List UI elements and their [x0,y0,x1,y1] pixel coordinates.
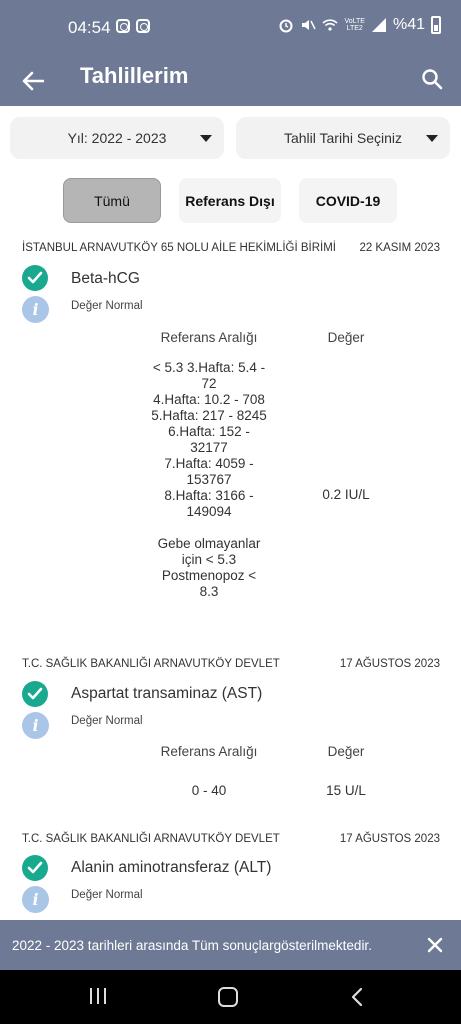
close-icon [427,937,443,953]
signal-icon [371,18,386,32]
nav-back-button[interactable] [350,987,364,1012]
reference-range-value: 0 - 40 [191,783,227,798]
system-icons: VoLTE LTE2 %41 [278,16,441,34]
battery-icon [431,16,441,34]
tab-out-of-reference[interactable]: Referans Dışı [179,178,281,223]
reference-range-value: < 5.3 3.Hafta: 5.4 - 72 4.Hafta: 10.2 - … [151,360,267,599]
tab-all[interactable]: Tümü [63,178,161,223]
result-header: İSTANBUL ARNAVUTKÖY 65 NOLU AİLE HEKİMLİ… [22,242,440,254]
status-bar: 04:54 VoLTE LTE2 %41 [0,0,461,56]
result-status: Değer Normal [71,889,143,901]
result-date: 17 AĞUSTOS 2023 [339,658,440,670]
tab-covid19[interactable]: COVID-19 [299,178,397,223]
volte-indicator: VoLTE LTE2 [344,18,365,32]
snackbar-message: 2022 - 2023 tarihleri arasında Tüm sonuç… [12,937,372,953]
result-date: 22 KASIM 2023 [359,242,440,254]
lte-label: LTE2 [346,25,363,32]
reference-range-header: Referans Aralığı [160,744,258,759]
check-icon [22,855,48,881]
value-header: Değer [327,330,365,345]
result-header: T.C. SAĞLIK BAKANLIĞI ARNAVUTKÖY DEVLET … [22,658,440,670]
mute-icon [302,20,317,30]
reference-range-header: Referans Aralığı [160,330,258,345]
test-name: Alanin aminotransferaz (ALT) [71,859,272,876]
year-dropdown[interactable]: Yıl: 2022 - 2023 [10,117,224,159]
instagram-icon [136,19,150,33]
result-value: 0.2 IU/L [322,487,370,502]
check-icon [22,681,48,707]
recent-apps-button[interactable] [90,988,106,1004]
filter-tabs: Tümü Referans Dışı COVID-19 [63,178,397,223]
test-name: Beta-hCG [71,270,140,287]
chevron-left-icon [351,987,363,1007]
value-header: Değer [327,744,365,759]
result-status: Değer Normal [71,300,143,312]
result-date: 17 AĞUSTOS 2023 [339,833,440,845]
caret-down-icon [426,135,438,142]
volte-label: VoLTE [344,18,365,25]
facility-name: T.C. SAĞLIK BAKANLIĞI ARNAVUTKÖY DEVLET [22,833,280,845]
date-dropdown-label: Tahlil Tarihi Seçiniz [283,130,402,146]
status-time: 04:54 [68,18,111,37]
instagram-icon [116,19,130,33]
info-icon[interactable]: i [22,712,49,739]
search-icon [422,69,443,90]
home-button[interactable] [218,987,238,1007]
result-header: T.C. SAĞLIK BAKANLIĞI ARNAVUTKÖY DEVLET … [22,833,440,845]
test-name: Aspartat transaminaz (AST) [71,685,263,702]
caret-down-icon [200,135,212,142]
info-snackbar: 2022 - 2023 tarihleri arasında Tüm sonuç… [0,920,461,970]
info-icon[interactable]: i [22,886,49,913]
wifi-icon [322,19,339,31]
result-value: 15 U/L [326,783,366,798]
system-nav-bar [0,970,461,1024]
date-dropdown[interactable]: Tahlil Tarihi Seçiniz [236,117,450,159]
year-dropdown-label: Yıl: 2022 - 2023 [67,130,167,146]
search-button[interactable] [415,62,449,96]
result-status: Değer Normal [71,715,143,727]
page-title: Tahlillerim [80,63,189,88]
info-icon[interactable]: i [22,296,49,323]
notification-icons [116,19,150,33]
battery-percent: %41 [392,16,425,33]
back-button[interactable] [16,64,50,98]
alarm-icon [279,19,293,33]
facility-name: T.C. SAĞLIK BAKANLIĞI ARNAVUTKÖY DEVLET [22,658,280,670]
app-bar: Tahlillerim [0,56,461,106]
close-button[interactable] [423,933,447,957]
filter-row: Yıl: 2022 - 2023 Tahlil Tarihi Seçiniz [10,117,451,159]
facility-name: İSTANBUL ARNAVUTKÖY 65 NOLU AİLE HEKİMLİ… [22,242,336,254]
check-icon [22,265,48,291]
arrow-left-icon [22,71,44,91]
